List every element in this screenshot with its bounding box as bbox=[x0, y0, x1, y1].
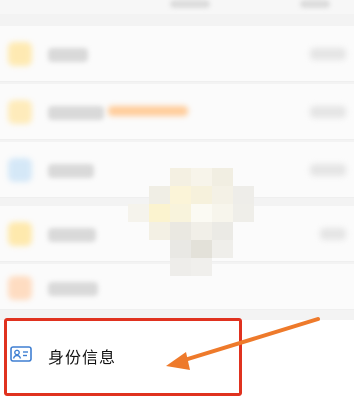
blurred-list-item bbox=[0, 84, 354, 140]
blurred-list-item bbox=[0, 26, 354, 82]
pixelated-mosaic bbox=[128, 168, 254, 276]
highlight-box bbox=[4, 318, 242, 396]
